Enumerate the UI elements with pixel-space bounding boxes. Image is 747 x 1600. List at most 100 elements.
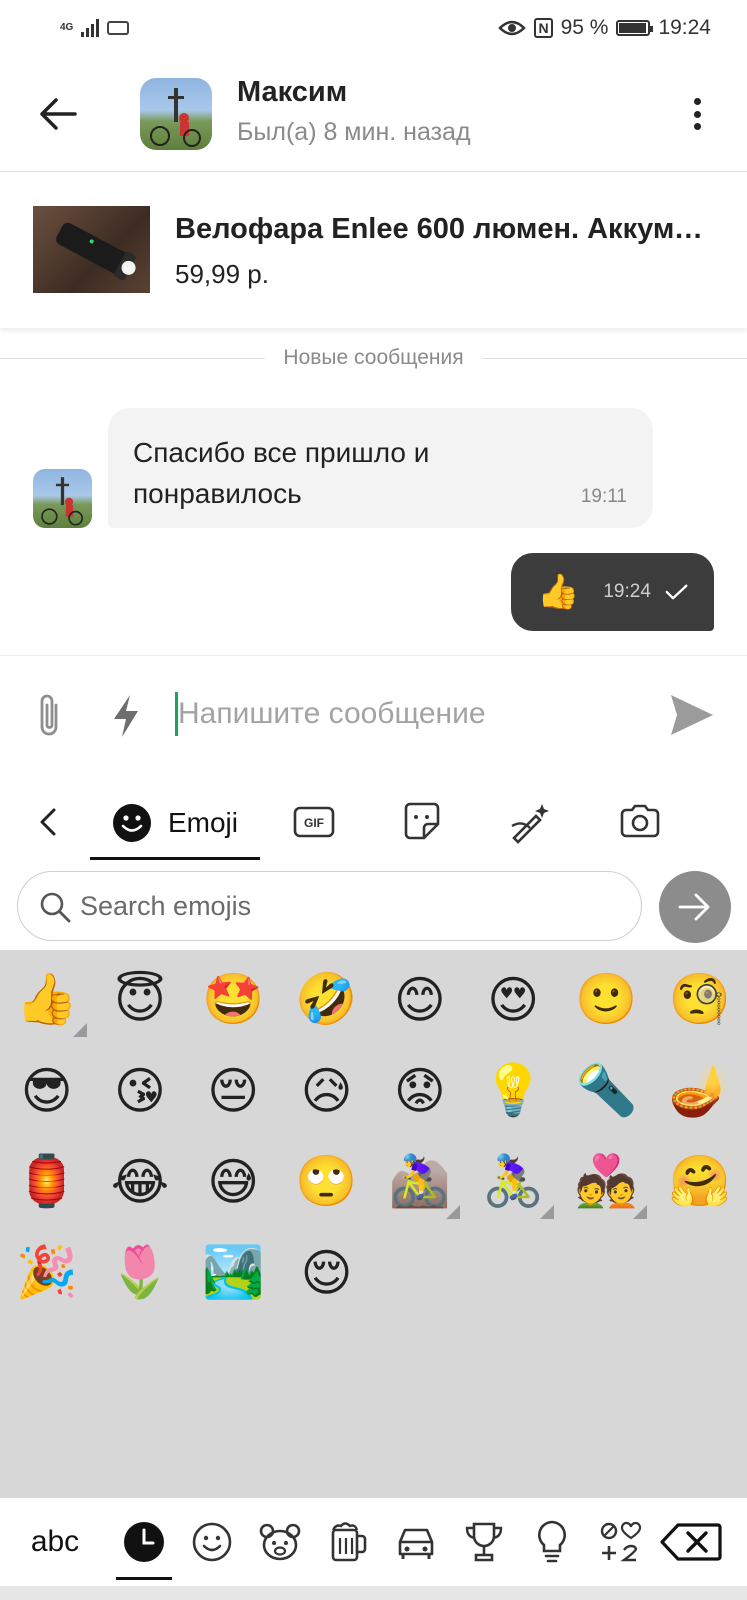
emoji-key[interactable]: 😍 — [466, 954, 559, 1045]
product-card[interactable]: Велофара Enlee 600 люмен. Аккумулятор 59… — [0, 173, 747, 328]
smiley-icon — [112, 803, 151, 842]
attach-button[interactable] — [30, 691, 70, 741]
contact-name: Максим — [237, 76, 348, 108]
tab-create-sticker[interactable] — [508, 800, 552, 844]
product-title: Велофара Enlee 600 люмен. Аккумулятор — [175, 213, 705, 245]
more-menu-button[interactable] — [687, 94, 707, 134]
keyboard-indicator-icon — [107, 21, 130, 35]
emoji-key[interactable]: 💑 — [560, 1136, 653, 1227]
chat-header: Максим Был(а) 8 мин. назад — [0, 56, 747, 172]
product-price: 59,99 р. — [175, 259, 269, 289]
emoji-search-go-button[interactable] — [659, 871, 731, 943]
emoji-key[interactable]: 🏮 — [0, 1136, 93, 1227]
keyboard-back-button[interactable] — [34, 802, 64, 842]
emoji-key[interactable]: 🌷 — [93, 1227, 186, 1318]
arrow-right-icon — [678, 893, 710, 921]
search-icon — [40, 892, 71, 923]
eye-comfort-icon — [498, 20, 527, 36]
animal-icon — [259, 1523, 301, 1561]
category-objects[interactable] — [518, 1498, 586, 1586]
emoji-key[interactable]: 😇 — [93, 954, 186, 1045]
battery-percent: 95 % — [560, 16, 609, 39]
message-input[interactable] — [178, 686, 648, 742]
emoji-key[interactable]: 👍 — [0, 954, 93, 1045]
new-messages-label: Новые сообщения — [283, 346, 464, 369]
send-button[interactable] — [667, 691, 715, 739]
message-text: Спасибо все пришло и понравилось — [133, 437, 430, 509]
product-thumbnail — [33, 206, 150, 293]
category-smileys[interactable] — [178, 1498, 246, 1586]
emoji-key[interactable]: 🙂 — [560, 954, 653, 1045]
tab-camera[interactable] — [618, 800, 662, 844]
category-animals[interactable] — [246, 1498, 314, 1586]
system-navigation-bar — [0, 1586, 747, 1600]
message-emoji: 👍 — [537, 573, 580, 611]
emoji-key[interactable]: 🚴‍♀️ — [466, 1136, 559, 1227]
quick-replies-button[interactable] — [106, 691, 146, 741]
emoji-key[interactable]: 😘 — [93, 1045, 186, 1136]
backspace-button[interactable] — [657, 1498, 725, 1586]
emoji-key[interactable]: 🔦 — [560, 1045, 653, 1136]
avatar-photo-icon — [150, 88, 201, 147]
magic-brush-icon — [511, 804, 549, 844]
food-icon — [331, 1522, 367, 1562]
emoji-key[interactable]: 🤩 — [187, 954, 280, 1045]
emoji-key[interactable]: 🙄 — [280, 1136, 373, 1227]
emoji-key[interactable]: 😂 — [93, 1136, 186, 1227]
incoming-message[interactable]: Спасибо все пришло и понравилось 19:11 — [108, 408, 653, 528]
emoji-key[interactable]: 😌 — [280, 1227, 373, 1318]
send-icon — [671, 695, 713, 735]
message-time: 19:24 — [603, 581, 651, 602]
emoji-key[interactable]: 😥 — [280, 1045, 373, 1136]
tab-stickers[interactable] — [400, 800, 444, 844]
emoji-key[interactable]: 😅 — [187, 1136, 280, 1227]
emoji-panel: 👍 😇 🤩 🤣 😊 😍 🙂 🧐 😎 😘 😔 😥 😟 💡 🔦 🪔 🏮 😂 😅 🙄 🚵‍♀️ 🚴‍♀️ 💑 🤗 🎉 🌷 🏞️ 😌 — [0, 950, 747, 1498]
message-composer — [0, 655, 747, 777]
emoji-key[interactable]: 🪔 — [653, 1045, 746, 1136]
category-recent[interactable] — [110, 1498, 178, 1586]
paperclip-icon — [40, 694, 58, 736]
emoji-key[interactable]: 🤣 — [280, 954, 373, 1045]
gif-icon: GIF — [293, 806, 335, 838]
emoji-key[interactable]: 🤗 — [653, 1136, 746, 1227]
keyboard-toolbar: Emoji GIF — [0, 778, 747, 864]
category-activities[interactable] — [450, 1498, 518, 1586]
back-button[interactable] — [34, 90, 82, 138]
sender-avatar[interactable] — [33, 469, 92, 528]
avatar-photo-icon — [41, 477, 83, 526]
emoji-key[interactable]: 🏞️ — [187, 1227, 280, 1318]
signal-icon — [81, 19, 100, 37]
tab-emoji-label: Emoji — [167, 806, 238, 838]
symbol-icon — [600, 1521, 642, 1562]
abc-keyboard-button[interactable]: abc — [0, 1525, 110, 1559]
arrow-left-icon — [40, 98, 77, 130]
emoji-key[interactable]: 🧐 — [653, 954, 746, 1045]
travel-icon — [398, 1528, 434, 1559]
emoji-key[interactable]: 😔 — [187, 1045, 280, 1136]
clock: 19:24 — [658, 16, 711, 39]
network-type: 4G — [60, 22, 74, 33]
object-icon — [538, 1520, 566, 1563]
emoji-category-bar: abc — [0, 1498, 747, 1586]
contact-avatar[interactable] — [140, 78, 212, 150]
tab-emoji[interactable]: Emoji — [90, 788, 260, 860]
tab-gif[interactable]: GIF — [292, 800, 336, 844]
emoji-search-input[interactable] — [80, 882, 620, 930]
emoji-key[interactable]: 🚵‍♀️ — [373, 1136, 466, 1227]
nfc-icon: N — [534, 18, 553, 38]
battery-icon — [616, 20, 654, 36]
outgoing-message[interactable]: 👍 19:24 — [511, 553, 714, 631]
emoji-key[interactable]: 🎉 — [0, 1227, 93, 1318]
last-seen-status: Был(а) 8 мин. назад — [237, 118, 471, 146]
category-travel[interactable] — [382, 1498, 450, 1586]
emoji-key[interactable]: 😎 — [0, 1045, 93, 1136]
emoji-key[interactable]: 😟 — [373, 1045, 466, 1136]
activity-icon — [465, 1522, 503, 1562]
camera-icon — [620, 804, 660, 838]
emoji-key[interactable]: 😊 — [373, 954, 466, 1045]
flashlight-photo-icon — [56, 222, 136, 281]
emoji-key[interactable]: 💡 — [466, 1045, 559, 1136]
category-symbols[interactable] — [586, 1498, 654, 1586]
category-food[interactable] — [314, 1498, 382, 1586]
backspace-icon — [660, 1523, 722, 1561]
